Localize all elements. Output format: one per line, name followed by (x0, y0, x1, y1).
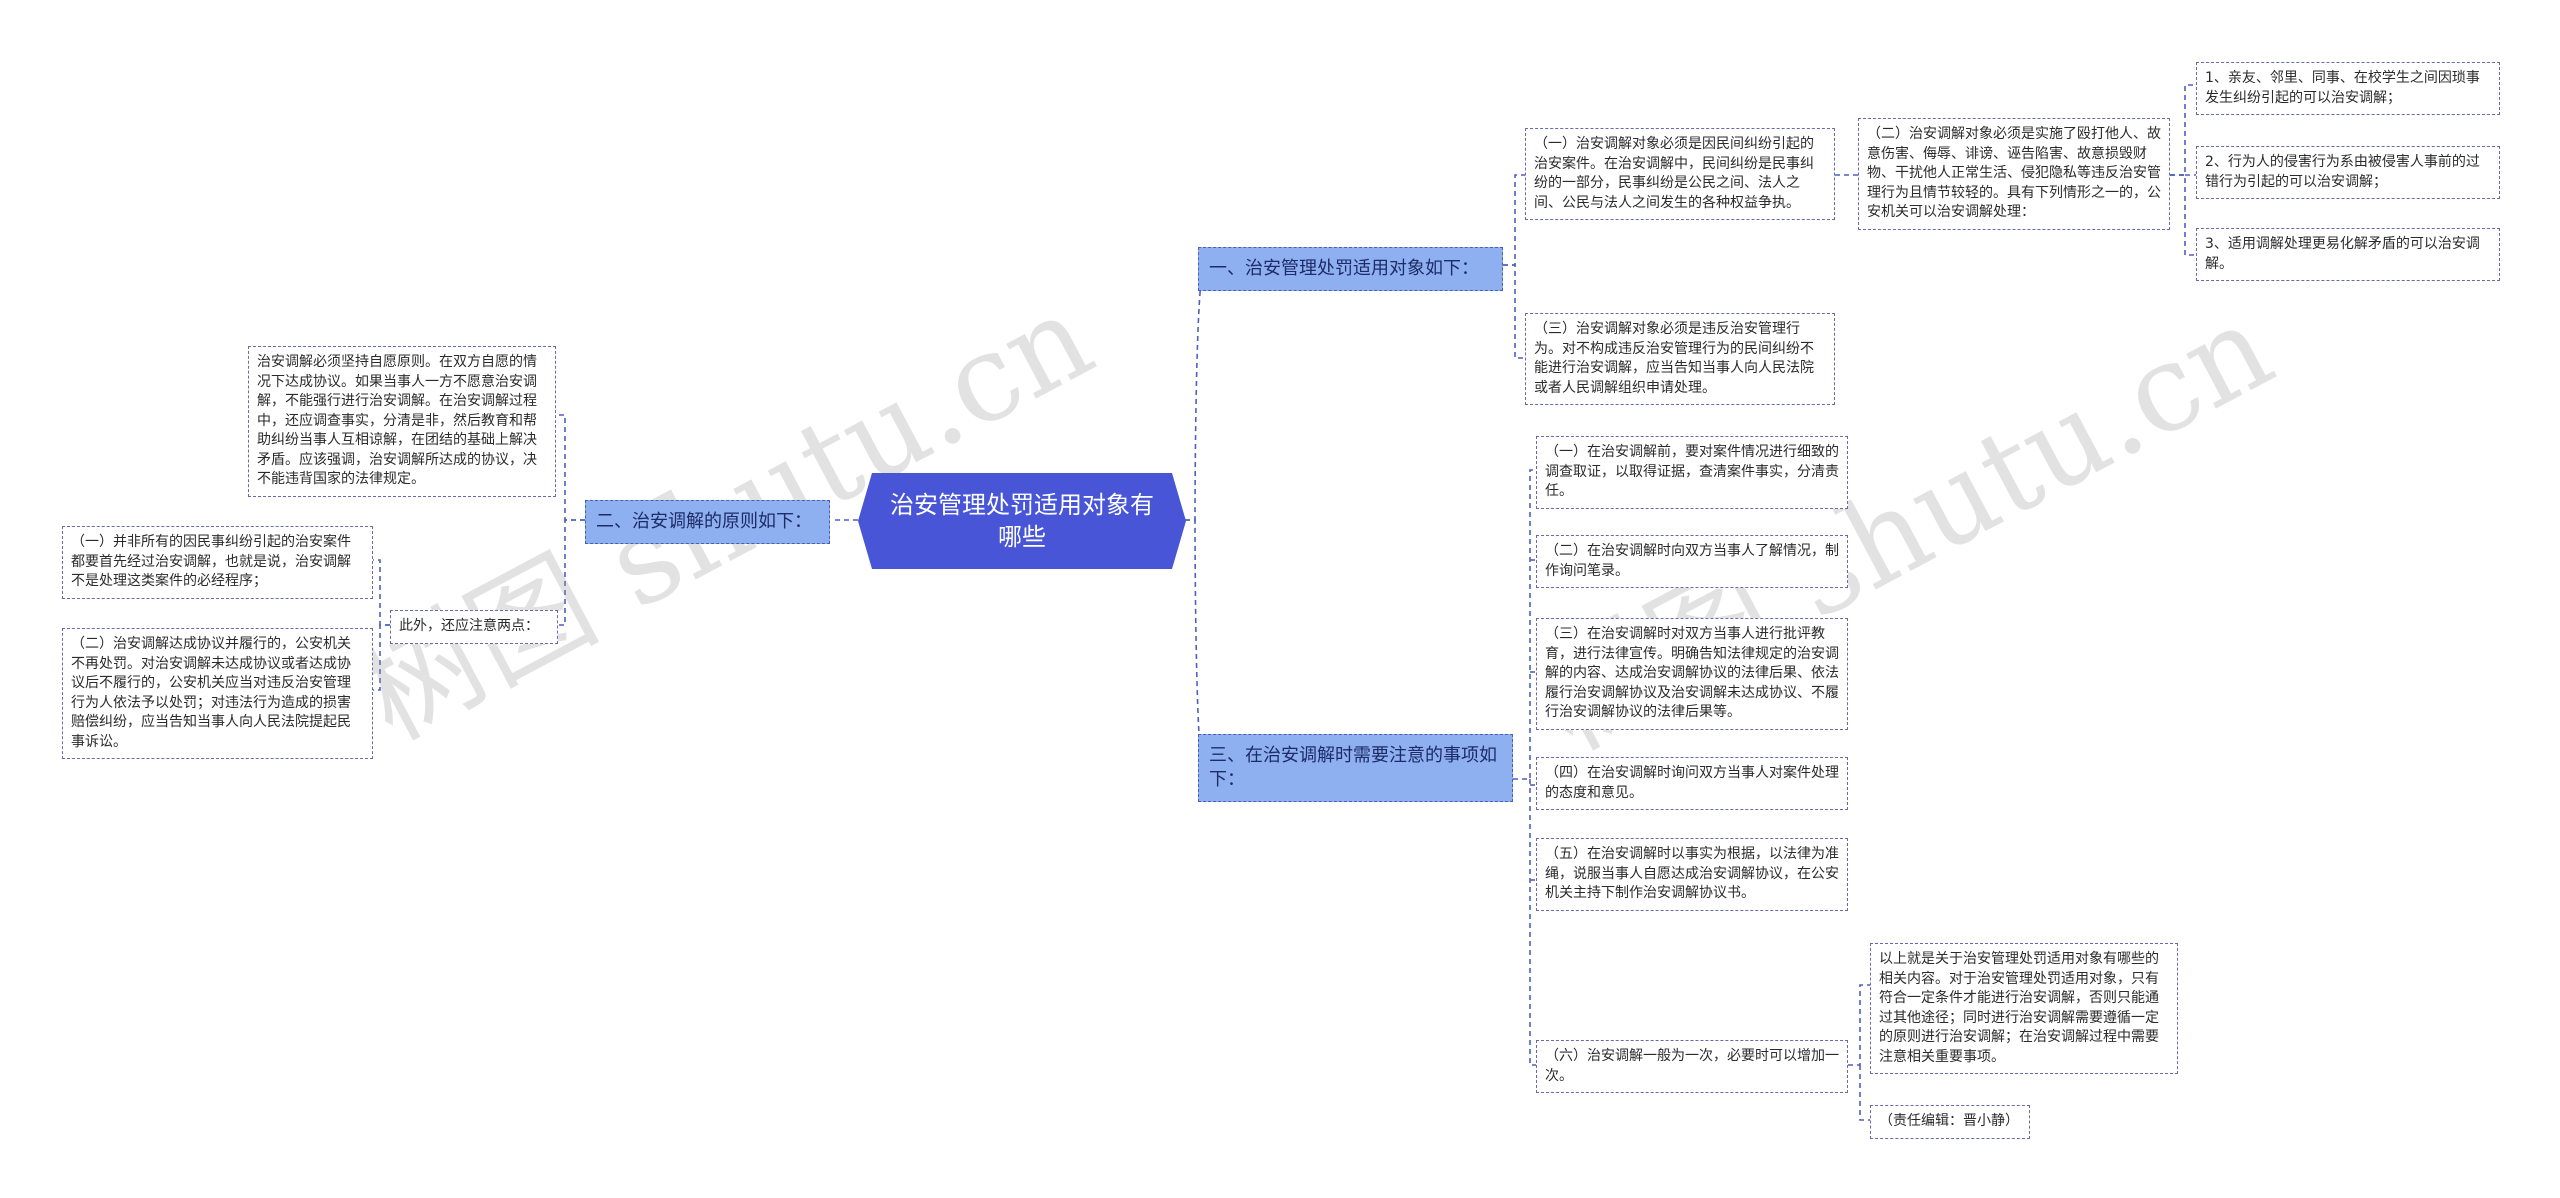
mindmap-canvas: 树图 shutu.cn 树图 shutu.cn 治安管理处罚适用对象有哪些 一、… (0, 0, 2560, 1198)
node-ask-opinions[interactable]: （四）在治安调解时询问双方当事人对案件处理的态度和意见。 (1536, 757, 1848, 810)
node-object-violation-required[interactable]: （三）治安调解对象必须是违反治安管理行为。对不构成违反治安管理行为的民间纠纷不能… (1525, 313, 1835, 405)
node-investigation-first[interactable]: （一）在治安调解前，要对案件情况进行细致的调查取证，以取得证据，查清案件事实，分… (1536, 436, 1848, 509)
node-additional-notes[interactable]: 此外，还应注意两点： (390, 610, 558, 644)
branch-mediation-principles[interactable]: 二、治安调解的原则如下： (585, 500, 830, 544)
root-topic[interactable]: 治安管理处罚适用对象有哪些 (858, 473, 1186, 569)
node-mediation-once[interactable]: （六）治安调解一般为一次，必要时可以增加一次。 (1536, 1040, 1848, 1093)
node-summary[interactable]: 以上就是关于治安管理处罚适用对象有哪些的相关内容。对于治安管理处罚适用对象，只有… (1870, 943, 2178, 1074)
node-editor-credit[interactable]: （责任编辑：晋小静） (1870, 1105, 2030, 1139)
node-not-mandatory-procedure[interactable]: （一）并非所有的因民事纠纷引起的治安案件都要首先经过治安调解，也就是说，治安调解… (62, 526, 373, 599)
node-agreement-fulfilled[interactable]: （二）治安调解达成协议并履行的，公安机关不再处罚。对治安调解未达成协议或者达成协… (62, 628, 373, 759)
branch-mediation-precautions[interactable]: 三、在治安调解时需要注意的事项如下： (1198, 734, 1513, 802)
branch-applicable-objects[interactable]: 一、治安管理处罚适用对象如下： (1198, 247, 1503, 291)
node-fact-based-agreement[interactable]: （五）在治安调解时以事实为根据，以法律为准绳，说服当事人自愿达成治安调解协议，在… (1536, 838, 1848, 911)
node-object-civil-dispute[interactable]: （一）治安调解对象必须是因民间纠纷引起的治安案件。在治安调解中，民间纠纷是民事纠… (1525, 128, 1835, 220)
node-case-relatives-dispute[interactable]: 1、亲友、邻里、同事、在校学生之间因琐事发生纠纷引起的可以治安调解； (2196, 62, 2500, 115)
node-case-easier-resolution[interactable]: 3、适用调解处理更易化解矛盾的可以治安调解。 (2196, 228, 2500, 281)
node-voluntary-principle[interactable]: 治安调解必须坚持自愿原则。在双方自愿的情况下达成协议。如果当事人一方不愿意治安调… (248, 346, 556, 497)
root-title: 治安管理处罚适用对象有哪些 (890, 491, 1154, 551)
node-case-victim-fault[interactable]: 2、行为人的侵害行为系由被侵害人事前的过错行为引起的可以治安调解； (2196, 146, 2500, 199)
node-legal-education[interactable]: （三）在治安调解时对双方当事人进行批评教育，进行法律宣传。明确告知法律规定的治安… (1536, 618, 1848, 730)
node-inquiry-record[interactable]: （二）在治安调解时向双方当事人了解情况，制作询问笔录。 (1536, 535, 1848, 588)
node-object-minor-violation[interactable]: （二）治安调解对象必须是实施了殴打他人、故意伤害、侮辱、诽谤、诬告陷害、故意损毁… (1858, 118, 2170, 230)
